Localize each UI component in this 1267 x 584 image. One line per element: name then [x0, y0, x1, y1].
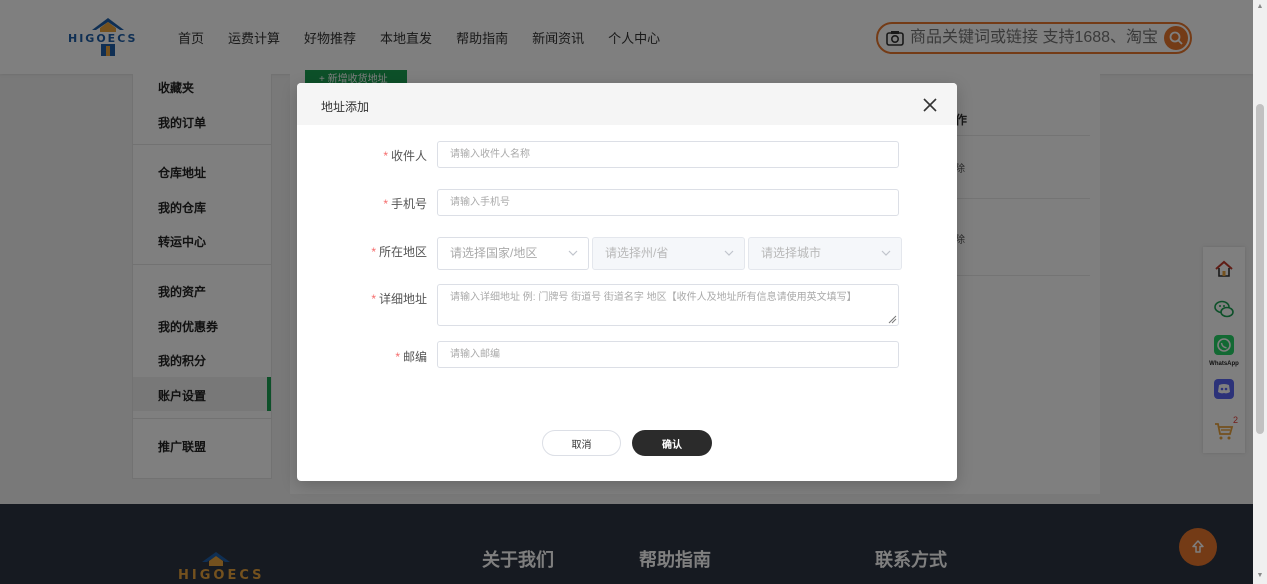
country-select-placeholder: 请选择国家/地区	[450, 246, 538, 260]
cancel-button[interactable]: 取消	[542, 430, 621, 456]
phone-label-text: 手机号	[390, 197, 427, 211]
zipcode-input[interactable]	[437, 341, 899, 368]
region-label-text: 所在地区	[378, 245, 427, 259]
city-select-placeholder: 请选择城市	[761, 246, 822, 260]
required-mark: *	[383, 149, 388, 163]
close-icon[interactable]	[921, 96, 939, 114]
scroll-up-arrow-icon[interactable]: ▲	[1256, 3, 1264, 11]
recipient-input[interactable]	[437, 141, 899, 168]
address-label: * 详细地址	[297, 290, 427, 307]
city-select[interactable]: 请选择城市	[748, 237, 902, 270]
resize-handle-icon[interactable]	[887, 314, 897, 324]
recipient-label: * 收件人	[297, 147, 427, 164]
dialog-header: 地址添加	[297, 83, 957, 125]
phone-label: * 手机号	[297, 195, 427, 212]
required-mark: *	[383, 197, 388, 211]
page-scrollbar[interactable]: ▲ ▼	[1253, 0, 1267, 584]
chevron-down-icon	[881, 250, 891, 256]
address-label-text: 详细地址	[378, 292, 427, 306]
scroll-down-arrow-icon[interactable]: ▼	[1256, 572, 1264, 580]
country-select[interactable]: 请选择国家/地区	[437, 237, 589, 270]
zipcode-label-text: 邮编	[402, 350, 427, 364]
recipient-label-text: 收件人	[390, 149, 427, 163]
required-mark: *	[371, 245, 376, 259]
phone-input[interactable]	[437, 189, 899, 216]
add-address-dialog: 地址添加 *收件人 *手机号 *所在地区 请选择国家/地区 请选择州/省 请选择…	[297, 83, 957, 481]
address-textarea[interactable]	[437, 284, 899, 326]
zipcode-label: * 邮编	[297, 348, 427, 365]
required-mark: *	[371, 292, 376, 306]
state-select[interactable]: 请选择州/省	[592, 237, 745, 270]
chevron-down-icon	[568, 250, 578, 256]
confirm-button[interactable]: 确认	[632, 430, 712, 456]
chevron-down-icon	[724, 250, 734, 256]
dialog-title: 地址添加	[321, 100, 370, 114]
scrollbar-thumb[interactable]	[1256, 104, 1264, 434]
required-mark: *	[395, 350, 400, 364]
state-select-placeholder: 请选择州/省	[605, 246, 669, 260]
region-label: * 所在地区	[297, 243, 427, 260]
